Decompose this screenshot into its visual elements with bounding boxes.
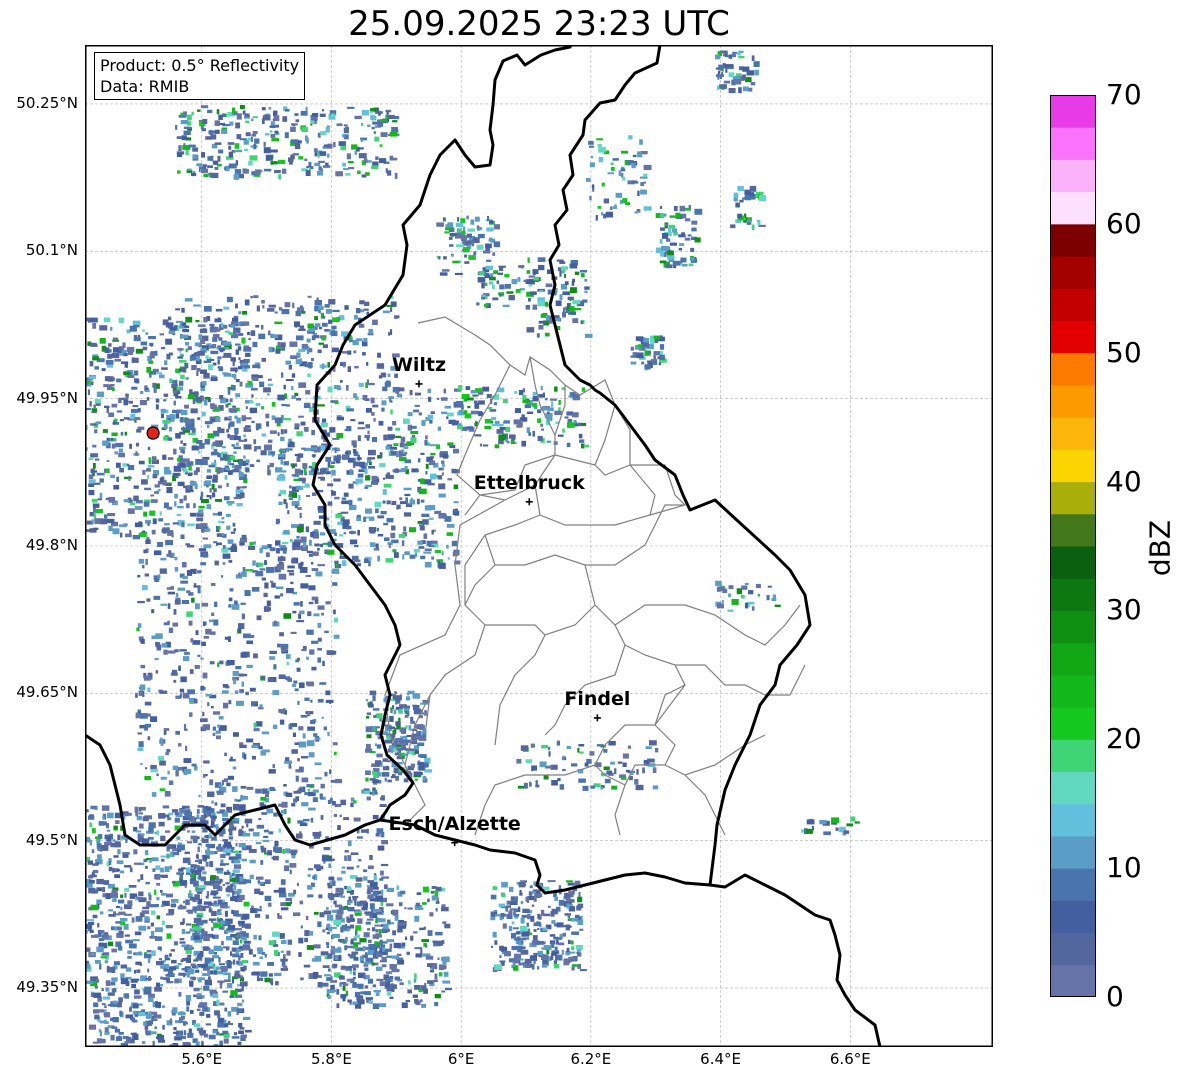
lon-tick-label: 6.6°E [829, 1050, 871, 1068]
colorbar-segment [1050, 95, 1096, 128]
colorbar-segment [1050, 288, 1096, 321]
radar-map [85, 45, 993, 1047]
lat-tick-label: 49.8°N [25, 536, 78, 554]
map-title: 25.09.2025 23:23 UTC [348, 4, 730, 44]
colorbar-segment [1050, 771, 1096, 805]
colorbar-tick-label: 60 [1106, 206, 1142, 240]
colorbar-segment [1050, 964, 1096, 997]
lat-tick-label: 50.25°N [16, 93, 78, 112]
colorbar-segment [1050, 803, 1096, 837]
colorbar-segment [1050, 417, 1096, 450]
colorbar-segment [1050, 546, 1096, 579]
lat-tick-label: 49.5°N [25, 830, 78, 849]
data-source-label: Data: RMIB [100, 77, 190, 96]
colorbar-segment [1050, 900, 1096, 934]
colorbar-segment [1050, 384, 1096, 418]
colorbar-segment [1050, 707, 1096, 740]
radar-site-marker [146, 426, 160, 440]
colorbar-tick-label: 0 [1106, 980, 1124, 1013]
lon-tick-label: 6.4°E [700, 1050, 742, 1068]
city-label: Esch/Alzette [388, 812, 521, 835]
city-label: Wiltz [391, 353, 447, 376]
city-label: Findel [564, 687, 631, 710]
colorbar-segment [1050, 610, 1096, 644]
colorbar-segment [1050, 352, 1096, 386]
lat-tick-label: 49.95°N [16, 388, 78, 407]
colorbar-segment [1050, 739, 1096, 772]
lon-tick-label: 5.8°E [311, 1050, 352, 1068]
colorbar-segment [1050, 159, 1096, 193]
colorbar-segment [1050, 127, 1096, 160]
colorbar-tick-label: 10 [1106, 851, 1142, 885]
colorbar-segment [1050, 513, 1096, 547]
lat-tick-label: 50.1°N [25, 241, 78, 260]
colorbar-segment [1050, 449, 1096, 483]
colorbar-tick-label: 70 [1106, 78, 1142, 111]
colorbar-segment [1050, 835, 1096, 869]
colorbar-tick-label: 40 [1106, 464, 1142, 498]
lon-tick-label: 5.6°E [181, 1050, 223, 1068]
city-label: Ettelbruck [473, 471, 585, 494]
colorbar-segment [1050, 642, 1096, 676]
colorbar-segment [1050, 674, 1096, 708]
colorbar-segment [1050, 320, 1096, 354]
colorbar-segment [1050, 578, 1096, 611]
colorbar-segment [1050, 481, 1096, 515]
colorbar-segment [1050, 223, 1096, 257]
colorbar-segment [1050, 191, 1096, 225]
lon-tick-label: 6.2°E [570, 1050, 612, 1068]
colorbar-tick-label: 30 [1106, 593, 1142, 627]
colorbar-title: dBZ [1143, 519, 1177, 577]
product-label: Product: 0.5° Reflectivity [100, 56, 300, 75]
colorbar-tick-label: 50 [1106, 335, 1142, 369]
lon-tick-label: 6°E [447, 1050, 475, 1068]
colorbar-segment [1050, 256, 1096, 289]
colorbar-segment [1050, 868, 1096, 901]
lat-tick-label: 49.65°N [16, 683, 78, 702]
colorbar [1050, 95, 1096, 997]
colorbar-tick-label: 20 [1106, 722, 1142, 756]
product-info-box: Product: 0.5° Reflectivity Data: RMIB [94, 52, 306, 100]
colorbar-segment [1050, 932, 1096, 966]
lat-tick-label: 49.35°N [16, 978, 78, 997]
